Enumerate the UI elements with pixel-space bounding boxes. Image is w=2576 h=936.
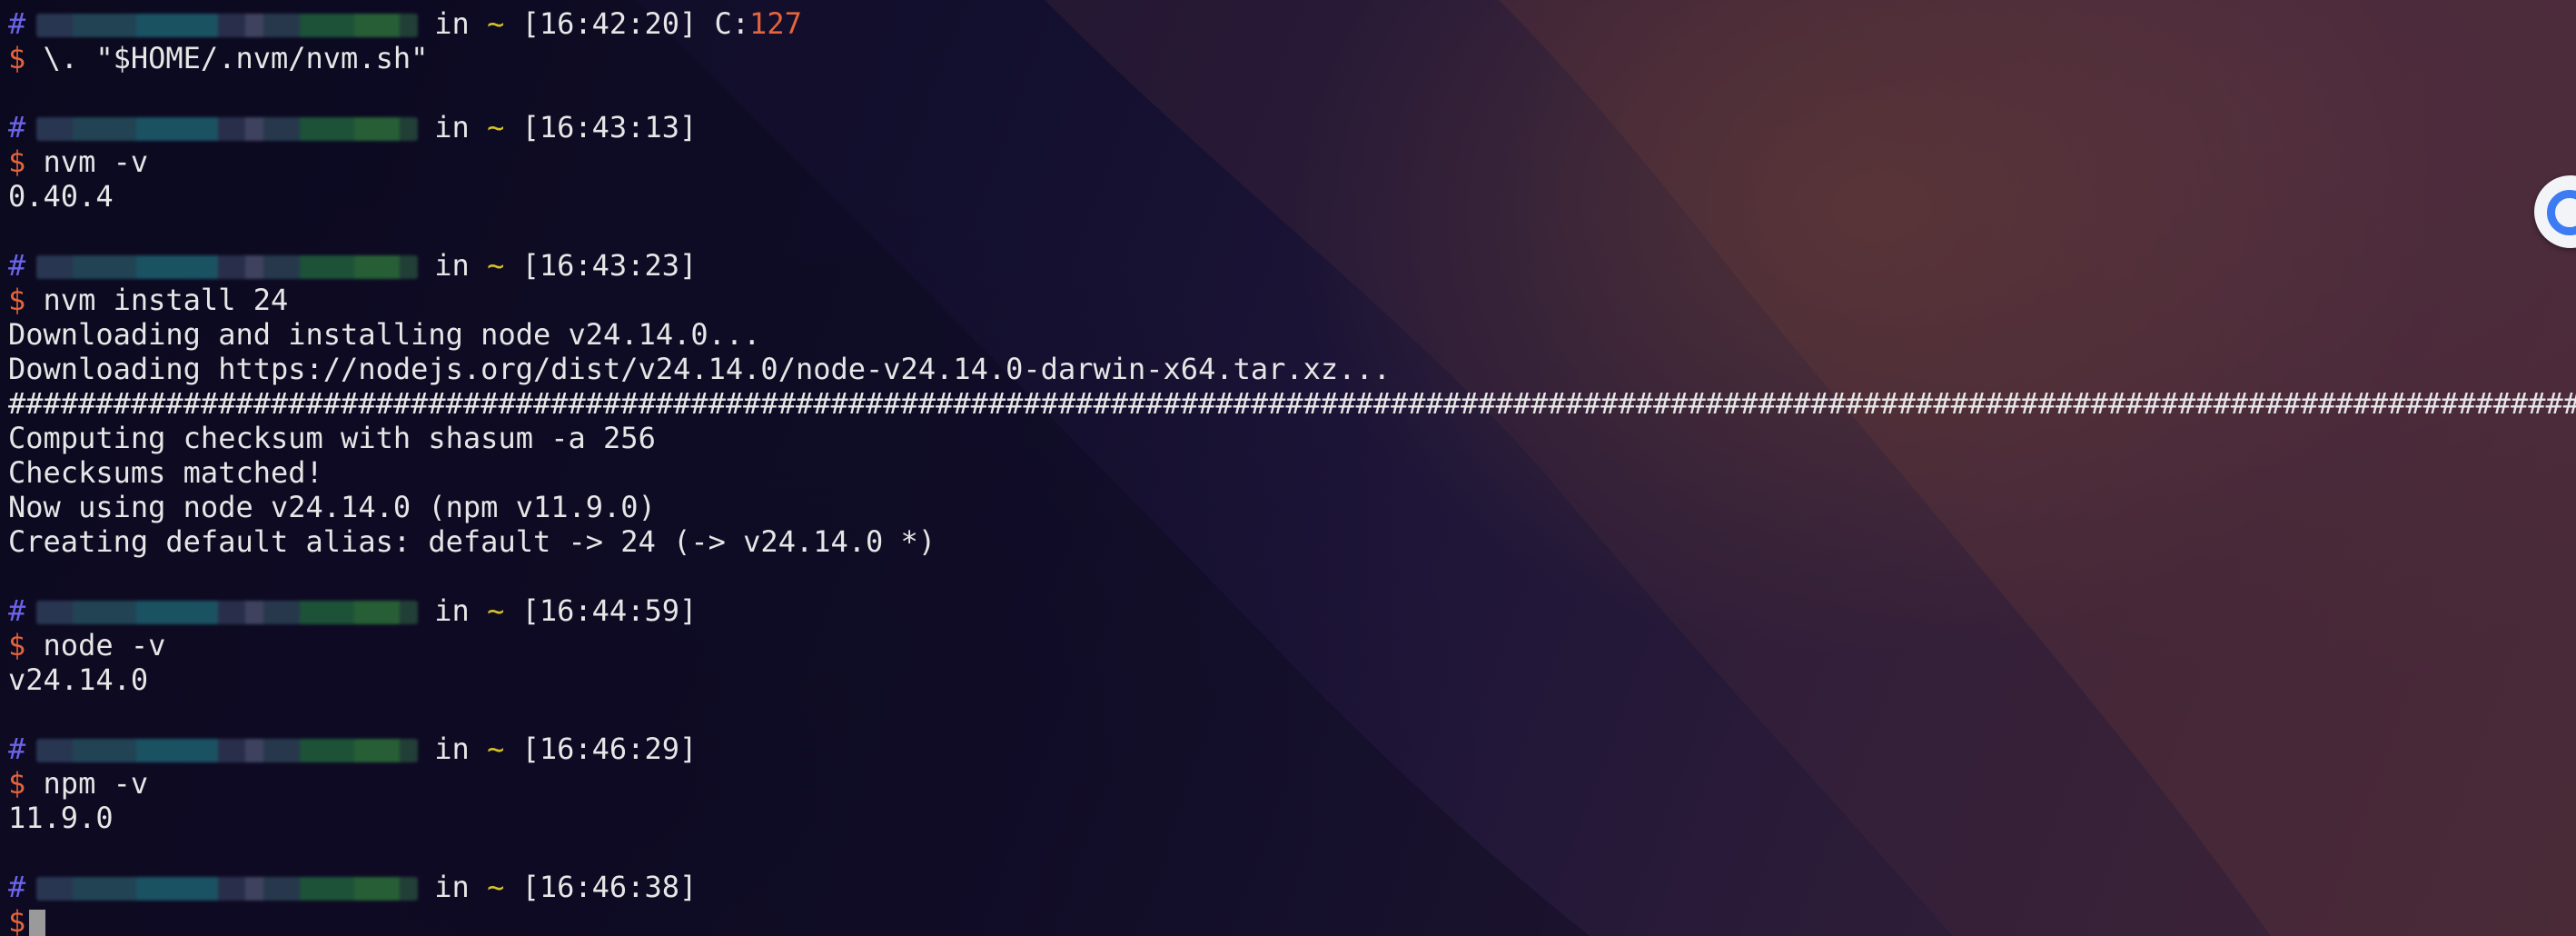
prompt-in: in [434, 248, 470, 283]
prompt-line: # in ~ [16:42:20] C:127 [8, 6, 2576, 41]
output-line: 0.40.4 [8, 179, 114, 214]
prompt-hash: # [8, 732, 26, 766]
prompt-in: in [434, 6, 470, 41]
terminal-output[interactable]: # in ~ [16:42:20] C:127 $ \. "$HOME/.nvm/… [8, 6, 2576, 936]
prompt-dollar: $ [8, 766, 26, 801]
prompt-time: [16:43:13] [521, 110, 698, 144]
prompt-in: in [434, 870, 470, 904]
prompt-in: in [434, 593, 470, 628]
exit-code-value: 127 [749, 6, 802, 41]
prompt-time: [16:46:29] [521, 732, 698, 766]
command-line: $ npm -v [8, 766, 2576, 801]
prompt-time: [16:42:20] [521, 6, 698, 41]
prompt-hash: # [8, 110, 26, 144]
prompt-line: # in ~ [16:46:29] [8, 732, 2576, 766]
prompt-hash: # [8, 593, 26, 628]
prompt-dollar: $ [8, 283, 26, 317]
output-line: Downloading and installing node v24.14.0… [8, 317, 761, 352]
prompt-time: [16:44:59] [521, 593, 698, 628]
prompt-line: # in ~ [16:43:23] [8, 248, 2576, 283]
prompt-in: in [434, 110, 470, 144]
prompt-dir: ~ [487, 593, 505, 628]
prompt-dir: ~ [487, 870, 505, 904]
prompt-dollar: $ [8, 41, 26, 75]
command-text: nvm install 24 [43, 283, 289, 317]
terminal-window[interactable]: # in ~ [16:42:20] C:127 $ \. "$HOME/.nvm/… [0, 0, 2576, 936]
prompt-dir: ~ [487, 732, 505, 766]
redacted-username [36, 117, 419, 141]
exit-code-label: C: [714, 6, 750, 41]
command-line: $ node -v [8, 628, 2576, 662]
active-command-line[interactable]: $ [8, 904, 2576, 936]
prompt-line: # in ~ [16:44:59] [8, 593, 2576, 628]
redacted-username [36, 877, 419, 901]
redacted-username [36, 255, 419, 279]
output-line: 11.9.0 [8, 801, 114, 835]
output-line: Creating default alias: default -> 24 (-… [8, 524, 936, 559]
output-line: Computing checksum with shasum -a 256 [8, 421, 656, 455]
command-text: nvm -v [43, 144, 149, 179]
output-line: Checksums matched! [8, 455, 323, 490]
command-text: node -v [43, 628, 166, 662]
prompt-hash: # [8, 870, 26, 904]
redacted-username [36, 14, 419, 37]
prompt-line: # in ~ [16:43:13] [8, 110, 2576, 144]
prompt-dollar: $ [8, 144, 26, 179]
prompt-dollar: $ [8, 904, 26, 936]
command-text: \. "$HOME/.nvm/nvm.sh" [43, 41, 429, 75]
output-line: Downloading https://nodejs.org/dist/v24.… [8, 352, 1391, 386]
prompt-time: [16:46:38] [521, 870, 698, 904]
prompt-time: [16:43:23] [521, 248, 698, 283]
prompt-dir: ~ [487, 6, 505, 41]
prompt-hash: # [8, 6, 26, 41]
progress-bar-line: ########################################… [8, 386, 2576, 421]
prompt-hash: # [8, 248, 26, 283]
output-line: Now using node v24.14.0 (npm v11.9.0) [8, 490, 656, 524]
output-line: v24.14.0 [8, 662, 149, 697]
prompt-in: in [434, 732, 470, 766]
command-line: $ nvm -v [8, 144, 2576, 179]
text-cursor [29, 910, 46, 936]
command-line: $ \. "$HOME/.nvm/nvm.sh" [8, 41, 2576, 75]
command-line: $ nvm install 24 [8, 283, 2576, 317]
prompt-dollar: $ [8, 628, 26, 662]
redacted-username [36, 601, 419, 624]
prompt-line: # in ~ [16:46:38] [8, 870, 2576, 904]
command-text: npm -v [43, 766, 149, 801]
redacted-username [36, 739, 419, 762]
prompt-dir: ~ [487, 110, 505, 144]
prompt-dir: ~ [487, 248, 505, 283]
